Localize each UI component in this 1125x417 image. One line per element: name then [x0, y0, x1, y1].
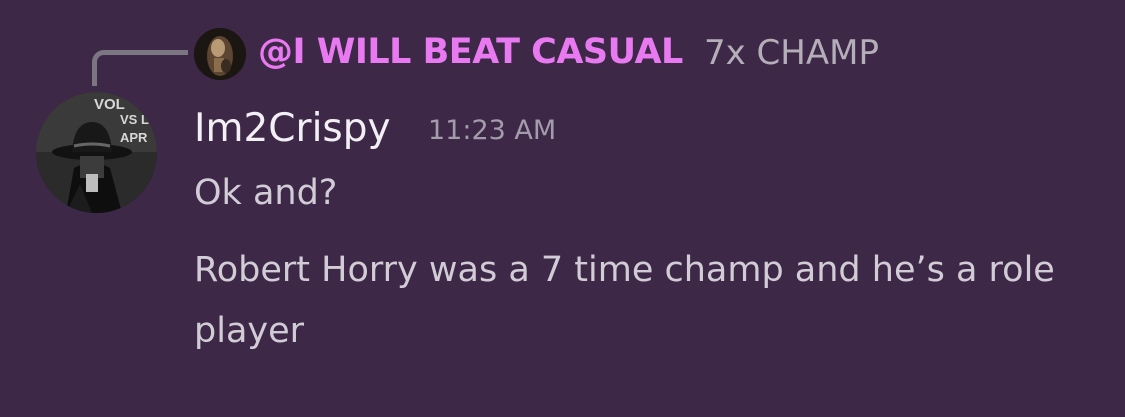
message-author-username[interactable]: Im2Crispy — [194, 104, 391, 154]
reply-avatar-icon — [194, 28, 246, 80]
cowboy-hat-avatar-icon: VOL VS L APR — [36, 92, 157, 213]
message-line-2: Robert Horry was a 7 time champ and he’s… — [194, 250, 1055, 351]
avatar-sign-text-3: APR — [120, 130, 148, 145]
avatar-sign-text-2: VS L — [120, 112, 149, 127]
user-avatar[interactable]: VOL VS L APR — [36, 92, 157, 213]
reply-preview-text[interactable]: 7x CHAMP — [704, 30, 879, 76]
reply-spine — [92, 50, 188, 86]
message-timestamp: 11:23 AM — [428, 115, 557, 146]
reply-mention[interactable]: @I WILL BEAT CASUAL — [258, 29, 683, 75]
message-line-1: Ok and? — [194, 173, 338, 213]
avatar-sign-text-1: VOL — [94, 96, 125, 113]
reply-author-avatar[interactable] — [194, 28, 246, 80]
